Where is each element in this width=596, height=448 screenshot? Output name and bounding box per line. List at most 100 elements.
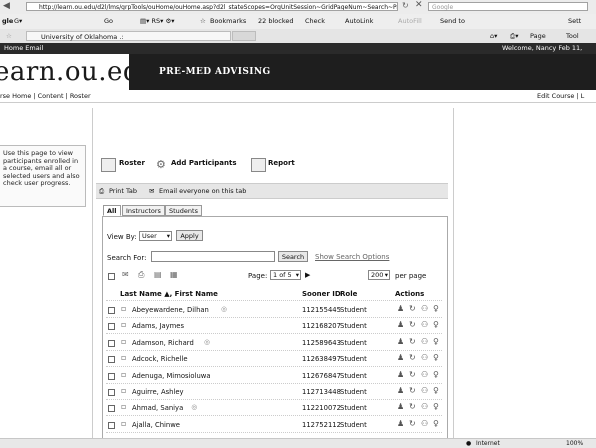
home-icon[interactable]: ⌂▾ — [490, 29, 497, 43]
select-all-checkbox[interactable] — [108, 273, 115, 280]
print-icon[interactable]: ⎙▾ — [510, 29, 518, 43]
page-select[interactable]: 1 of 5 ▾ — [270, 270, 301, 280]
user-progress-icon[interactable]: ♟ — [397, 402, 404, 411]
go-button[interactable]: Go — [104, 14, 113, 29]
refresh-icon[interactable]: ↻ — [409, 402, 416, 411]
pager-icon[interactable]: ♀ — [433, 320, 439, 329]
refresh-icon[interactable]: ↻ — [409, 386, 416, 395]
google-g-icon[interactable]: G▾ — [14, 14, 22, 29]
refresh-icon[interactable]: ↻ — [409, 337, 416, 346]
user-progress-icon[interactable]: ♟ — [397, 337, 404, 346]
row-name[interactable]: Adcock, Richelle — [132, 355, 188, 363]
row-checkbox[interactable] — [108, 373, 115, 380]
autofill-button[interactable]: AutoFill — [398, 14, 422, 29]
group-icon[interactable]: ⚇ — [421, 402, 428, 411]
group-icon[interactable]: ⚇ — [421, 353, 428, 362]
refresh-icon[interactable]: ↻ — [409, 370, 416, 379]
refresh-icon[interactable]: ↻ — [409, 353, 416, 362]
row-checkbox[interactable] — [108, 323, 115, 330]
pager-icon[interactable]: ♀ — [433, 353, 439, 362]
refresh-icon[interactable]: ↻ — [409, 320, 416, 329]
group-icon[interactable]: ⚇ — [421, 386, 428, 395]
row-name[interactable]: Adamson, Richard — [132, 339, 194, 347]
tab-all[interactable]: All — [103, 205, 121, 216]
tab-instructors[interactable]: Instructors — [122, 205, 165, 216]
edit-course-link[interactable]: Edit Course | L — [537, 90, 584, 102]
row-checkbox[interactable] — [108, 356, 115, 363]
column-id[interactable]: Sooner ID — [302, 290, 341, 298]
search-input[interactable] — [151, 251, 275, 262]
course-nav-links[interactable]: rse Home | Content | Roster — [0, 90, 91, 102]
email-everyone-link[interactable]: Email everyone on this tab — [159, 184, 246, 198]
tools-menu[interactable]: Tool — [566, 29, 579, 43]
user-progress-icon[interactable]: ♟ — [397, 419, 404, 428]
send-to-button[interactable]: Send to — [440, 14, 465, 29]
add-participants-icon[interactable]: ⚙ — [156, 158, 166, 171]
group-icon[interactable]: ⚇ — [421, 370, 428, 379]
profile-card-icon[interactable]: ▫ — [121, 353, 126, 362]
back-icon[interactable]: ◀ — [3, 1, 10, 11]
email-icon[interactable]: ✉ — [149, 184, 154, 198]
settings-button[interactable]: Sett — [568, 14, 581, 29]
pager-icon[interactable]: ♀ — [433, 402, 439, 411]
row-name[interactable]: Adams, Jaymes — [132, 322, 184, 330]
group-icon[interactable]: ⚇ — [421, 304, 428, 313]
autolink-button[interactable]: AutoLink — [345, 14, 373, 29]
row-name[interactable]: Ajalla, Chinwe — [132, 421, 180, 429]
group-icon[interactable]: ⚇ — [421, 337, 428, 346]
progress-icon[interactable]: ▤ — [154, 270, 162, 279]
search-button[interactable]: Search — [278, 251, 308, 262]
email-selected-icon[interactable]: ✉ — [122, 270, 129, 279]
show-search-options-link[interactable]: Show Search Options — [315, 253, 389, 261]
next-page-icon[interactable]: ▶ — [305, 271, 310, 279]
group-icon[interactable]: ⚇ — [421, 419, 428, 428]
apply-button[interactable]: Apply — [176, 230, 203, 241]
row-checkbox[interactable] — [108, 307, 115, 314]
row-name[interactable]: Abeyewardene, Dilhan — [132, 306, 209, 314]
user-progress-icon[interactable]: ♟ — [397, 386, 404, 395]
popup-blocked-indicator[interactable]: 22 blocked — [258, 14, 293, 29]
user-progress-icon[interactable]: ♟ — [397, 304, 404, 313]
report-tab[interactable]: Report — [268, 159, 295, 167]
pager-icon[interactable]: ♀ — [433, 386, 439, 395]
page-menu[interactable]: Page — [530, 29, 546, 43]
browser-search-input[interactable]: Google — [428, 2, 588, 11]
user-progress-icon[interactable]: ♟ — [397, 370, 404, 379]
row-checkbox[interactable] — [108, 389, 115, 396]
new-tab-button[interactable] — [232, 31, 256, 41]
calendar-icon[interactable]: ▦ — [170, 270, 178, 279]
toolbar-icons[interactable]: ▤▾ RS▾ ⚙▾ — [140, 14, 175, 29]
report-icon[interactable] — [251, 158, 266, 172]
profile-card-icon[interactable]: ▫ — [121, 337, 126, 346]
print-tab-icon[interactable]: ⎙ — [99, 184, 104, 198]
pager-icon[interactable]: ♀ — [433, 304, 439, 313]
profile-card-icon[interactable]: ▫ — [121, 370, 126, 379]
pager-icon[interactable]: ♀ — [433, 370, 439, 379]
row-checkbox[interactable] — [108, 340, 115, 347]
star-icon[interactable]: ☆ — [200, 14, 206, 29]
column-name[interactable]: Last Name ▲, First Name — [120, 290, 218, 298]
user-progress-icon[interactable]: ♟ — [397, 320, 404, 329]
add-participants-tab[interactable]: Add Participants — [171, 159, 237, 167]
row-name[interactable]: Aguirre, Ashley — [132, 388, 184, 396]
row-name[interactable]: Adenuga, Mimosioluwa — [132, 372, 210, 380]
top-links[interactable]: Home Email — [4, 43, 43, 54]
roster-icon[interactable] — [101, 158, 116, 172]
profile-card-icon[interactable]: ▫ — [121, 402, 126, 411]
refresh-icon[interactable]: ↻ — [409, 304, 416, 313]
row-checkbox[interactable] — [108, 422, 115, 429]
stop-icon[interactable]: ✕ — [415, 0, 423, 10]
per-page-select[interactable]: 200 ▾ — [368, 270, 390, 280]
row-name[interactable]: Ahmad, Saniya — [132, 404, 183, 412]
profile-card-icon[interactable]: ▫ — [121, 304, 126, 313]
spell-check-button[interactable]: Check — [305, 14, 325, 29]
roster-tab[interactable]: Roster — [119, 159, 145, 167]
refresh-icon[interactable]: ↻ — [409, 419, 416, 428]
view-by-select[interactable]: User ▾ — [139, 231, 172, 241]
favorites-star-icon[interactable]: ☆ — [6, 29, 12, 43]
user-progress-icon[interactable]: ♟ — [397, 353, 404, 362]
tab-students[interactable]: Students — [165, 205, 202, 216]
profile-card-icon[interactable]: ▫ — [121, 419, 126, 428]
print-selected-icon[interactable]: ⎙ — [138, 270, 144, 280]
refresh-icon[interactable]: ↻ — [402, 1, 409, 10]
